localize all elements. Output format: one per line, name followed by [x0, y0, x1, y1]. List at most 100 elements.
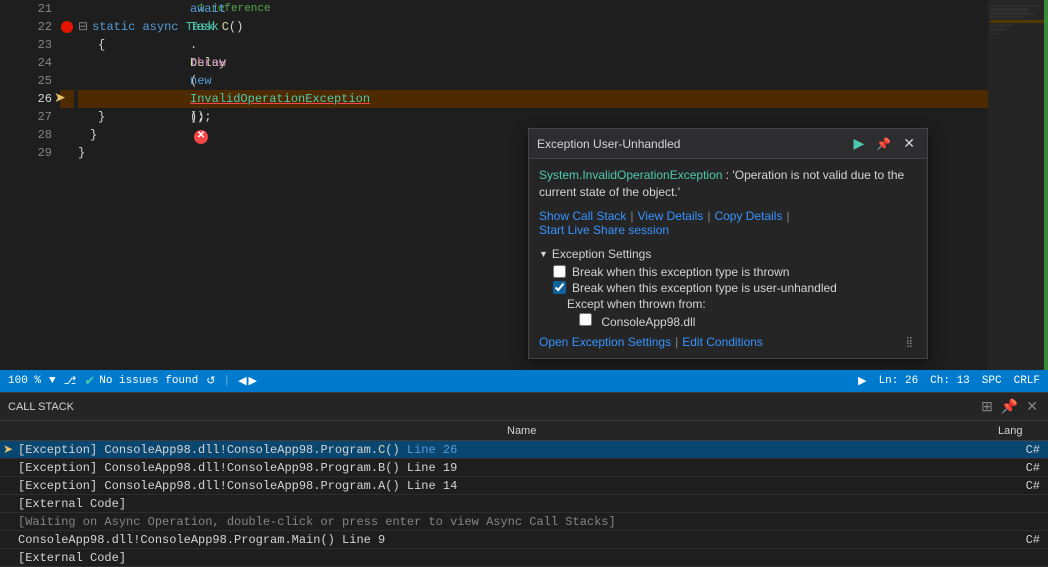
- open-exception-settings-link[interactable]: Open Exception Settings: [539, 335, 671, 349]
- break-when-thrown-checkbox[interactable]: [553, 265, 566, 278]
- panel-close-btn[interactable]: ✕: [1024, 396, 1040, 417]
- code-line-26: ➤ throw new InvalidOperationException ()…: [78, 90, 988, 108]
- break-user-unhandled-checkbox[interactable]: [553, 281, 566, 294]
- arrow-nav: ◀ ▶: [238, 374, 257, 388]
- exception-type: System.InvalidOperationException: [539, 168, 722, 182]
- triangle-icon: ▼: [539, 249, 548, 259]
- cursor-column: Ch: 13: [930, 375, 970, 387]
- minimap: [988, 0, 1048, 370]
- encoding-indicator[interactable]: SPC: [982, 375, 1002, 387]
- console-app-checkbox[interactable]: [579, 313, 592, 326]
- panel-header: Call Stack ⊞ 📌 ✕: [0, 393, 1048, 421]
- call-stack-row-3-text: [External Code]: [16, 497, 998, 511]
- call-stack-row-2[interactable]: [Exception] ConsoleApp98.dll!ConsoleApp9…: [0, 477, 1048, 495]
- status-bar: 100 % ▼ ⎇ ✔ No issues found ↺ | ◀ ▶ ▶ Ln…: [0, 370, 1048, 392]
- popup-links: Show Call Stack | View Details | Copy De…: [539, 209, 917, 237]
- except-when-label: Except when thrown from:: [567, 297, 917, 311]
- line-num-22: 22: [0, 18, 52, 36]
- call-stack-row-1[interactable]: [Exception] ConsoleApp98.dll!ConsoleApp9…: [0, 459, 1048, 477]
- git-branch-icon: ⎇: [64, 374, 77, 388]
- line-num-24: 24: [0, 54, 52, 72]
- panel-controls: ⊞ 📌 ✕: [979, 396, 1040, 417]
- call-stack-row-0-lang: C#: [998, 443, 1048, 457]
- popup-body: System.InvalidOperationException : 'Oper…: [529, 159, 927, 358]
- call-stack-row-1-text: [Exception] ConsoleApp98.dll!ConsoleApp9…: [16, 461, 998, 475]
- console-app-row: ConsoleApp98.dll: [579, 313, 917, 329]
- exception-message: System.InvalidOperationException : 'Oper…: [539, 167, 917, 201]
- breakpoint-margin: [60, 0, 74, 370]
- call-stack-table: Name Lang ➤ [Exception] ConsoleApp98.dll…: [0, 421, 1048, 567]
- nav-play-btn[interactable]: ▶: [858, 374, 866, 388]
- break-when-thrown-row: Break when this exception type is thrown: [553, 265, 917, 279]
- nav-divider: |: [223, 375, 230, 387]
- nav-right-arrow[interactable]: ▶: [249, 374, 257, 388]
- check-circle-icon: ✔: [84, 374, 95, 389]
- popup-close-btn[interactable]: ✕: [899, 133, 919, 154]
- settings-title: Exception Settings: [552, 247, 651, 261]
- zoom-dropdown-icon[interactable]: ▼: [49, 375, 56, 387]
- popup-header: Exception User-Unhandled ▶ 📌 ✕: [529, 129, 927, 159]
- panel-move-btn[interactable]: ⊞: [979, 396, 995, 417]
- breakpoint-dot[interactable]: [61, 21, 73, 33]
- current-line-arrow: ➤: [54, 90, 66, 108]
- status-left: 100 % ▼ ⎇ ✔ No issues found ↺ | ◀ ▶: [8, 374, 850, 389]
- call-stack-row-2-lang: C#: [998, 479, 1048, 493]
- editor-area: 21 22 23 24 25 26 27 28 29: [0, 0, 1048, 370]
- exception-popup: Exception User-Unhandled ▶ 📌 ✕ System.In…: [528, 128, 928, 359]
- call-stack-row-5[interactable]: ConsoleApp98.dll!ConsoleApp98.Program.Ma…: [0, 531, 1048, 549]
- call-stack-row-4-text: [Waiting on Async Operation, double-clic…: [16, 515, 998, 529]
- start-live-share-link[interactable]: Start Live Share session: [539, 223, 669, 237]
- call-stack-row-0[interactable]: ➤ [Exception] ConsoleApp98.dll!ConsoleAp…: [0, 441, 1048, 459]
- copy-details-link[interactable]: Copy Details: [714, 209, 782, 223]
- collapse-btn-22[interactable]: ⊟: [78, 18, 88, 36]
- call-stack-panel: Call Stack ⊞ 📌 ✕ Name Lang ➤ [Exception]…: [0, 392, 1048, 556]
- popup-pin-btn[interactable]: 📌: [872, 135, 895, 153]
- right-scroll-indicator: [1044, 0, 1048, 370]
- call-stack-row-3[interactable]: [External Code]: [0, 495, 1048, 513]
- col-lang-header: Lang: [998, 425, 1048, 437]
- call-stack-row-6[interactable]: [External Code]: [0, 549, 1048, 567]
- zoom-level: 100 %: [8, 375, 41, 387]
- line-num-29: 29: [0, 144, 52, 162]
- edit-conditions-link[interactable]: Edit Conditions: [682, 335, 763, 349]
- exception-settings: ▼ Exception Settings Break when this exc…: [539, 247, 917, 350]
- status-right: ▶ Ln: 26 Ch: 13 SPC CRLF: [858, 374, 1040, 388]
- call-stack-row-5-lang: C#: [998, 533, 1048, 547]
- popup-continue-btn[interactable]: ▶: [850, 133, 869, 154]
- popup-footer-links: Open Exception Settings | Edit Condition…: [539, 335, 917, 350]
- no-issues-indicator: ✔ No issues found: [84, 374, 198, 389]
- call-stack-row-1-lang: C#: [998, 461, 1048, 475]
- sync-btn[interactable]: ↺: [206, 374, 215, 388]
- resize-handle[interactable]: ⣿: [902, 335, 917, 350]
- line-ending-indicator[interactable]: CRLF: [1014, 375, 1040, 387]
- line-num-25: 25: [0, 72, 52, 90]
- call-stack-row-0-text: [Exception] ConsoleApp98.dll!ConsoleApp9…: [16, 443, 998, 457]
- break-when-thrown-label: Break when this exception type is thrown: [572, 265, 789, 279]
- line-num-27: 27: [0, 108, 52, 126]
- view-details-link[interactable]: View Details: [638, 209, 704, 223]
- popup-title: Exception User-Unhandled: [537, 137, 680, 151]
- nav-left-arrow[interactable]: ◀: [238, 374, 246, 388]
- console-app-label: ConsoleApp98.dll: [601, 315, 695, 329]
- panel-title: Call Stack: [8, 401, 74, 413]
- cursor-position: Ln: 26: [879, 375, 919, 387]
- line-numbers: 21 22 23 24 25 26 27 28 29: [0, 0, 60, 370]
- code-line-27: }: [78, 108, 988, 126]
- settings-header: ▼ Exception Settings: [539, 247, 917, 261]
- call-stack-row-6-text: [External Code]: [16, 551, 998, 565]
- active-row-arrow: ➤: [0, 442, 16, 457]
- show-call-stack-link[interactable]: Show Call Stack: [539, 209, 626, 223]
- call-stack-row-5-text: ConsoleApp98.dll!ConsoleApp98.Program.Ma…: [16, 533, 998, 547]
- popup-actions: ▶ 📌 ✕: [850, 133, 919, 154]
- line-num-28: 28: [0, 126, 52, 144]
- call-stack-row-4[interactable]: [Waiting on Async Operation, double-clic…: [0, 513, 1048, 531]
- no-issues-label: No issues found: [99, 375, 198, 387]
- line-num-26: 26: [0, 90, 52, 108]
- panel-pin-btn[interactable]: 📌: [999, 396, 1020, 417]
- call-stack-row-2-text: [Exception] ConsoleApp98.dll!ConsoleApp9…: [16, 479, 998, 493]
- break-user-unhandled-label: Break when this exception type is user-u…: [572, 281, 837, 295]
- col-name-header: Name: [499, 425, 998, 437]
- line-num-21: 21: [0, 0, 52, 18]
- break-user-unhandled-row: Break when this exception type is user-u…: [553, 281, 917, 295]
- call-stack-header: Name Lang: [0, 421, 1048, 441]
